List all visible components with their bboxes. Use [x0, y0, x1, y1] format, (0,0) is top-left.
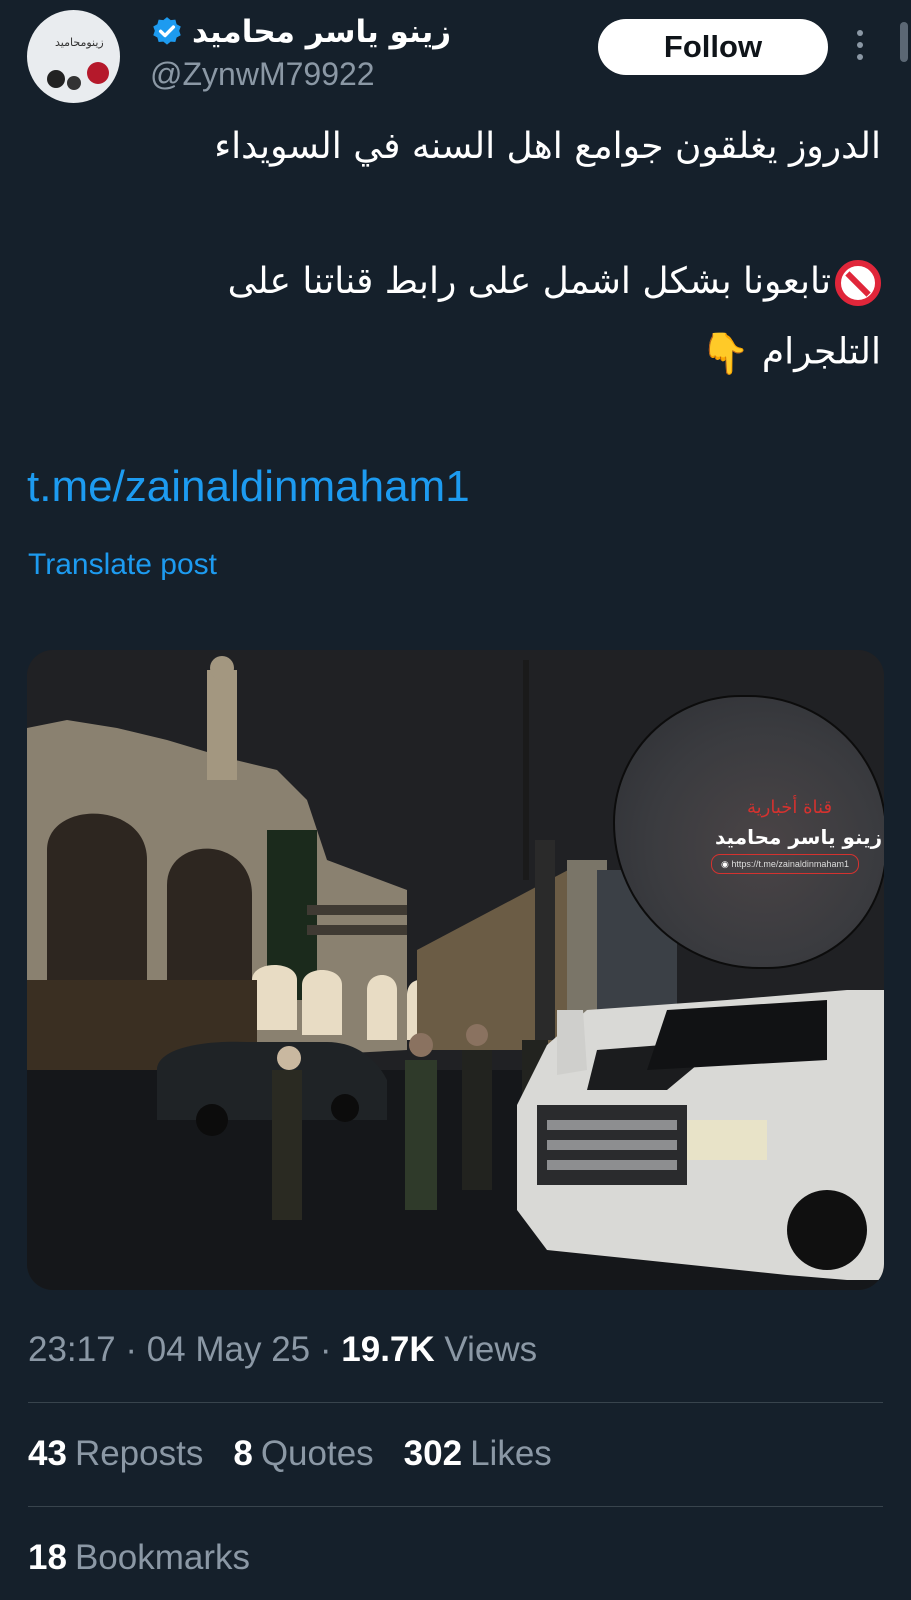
likes-label: Likes: [470, 1434, 552, 1473]
divider: [28, 1402, 883, 1403]
post-text-line-3-label: التلجرام: [761, 331, 881, 373]
views-label: Views: [444, 1330, 538, 1369]
avatar-text: زينومحاميد: [55, 36, 104, 49]
watermark-title: قناة أخبارية: [747, 797, 833, 818]
avatar-decoration: [47, 70, 65, 88]
follow-button[interactable]: Follow: [598, 19, 828, 75]
post-header: زينومحاميد زينو ياسر محاميد @ZynwM79922 …: [0, 0, 911, 110]
reposts-stat[interactable]: 43 Reposts: [28, 1434, 203, 1474]
translate-post-link[interactable]: Translate post: [28, 548, 217, 582]
display-name[interactable]: زينو ياسر محاميد: [192, 14, 451, 50]
name-row: زينو ياسر محاميد: [150, 10, 451, 54]
avatar-decoration: [67, 76, 81, 90]
quotes-label: Quotes: [260, 1434, 374, 1473]
reposts-count: 43: [28, 1434, 67, 1473]
engagement-stats: 43 Reposts 8 Quotes 302 Likes: [28, 1434, 582, 1474]
watermark-name: زينو ياسر محاميد: [715, 825, 883, 849]
views-count: 19.7K: [341, 1330, 435, 1369]
bookmarks-label: Bookmarks: [74, 1538, 250, 1577]
post-date[interactable]: 04 May 25: [147, 1330, 310, 1369]
post-time[interactable]: 23:17: [28, 1330, 116, 1369]
avatar-decoration: [87, 62, 109, 84]
avatar[interactable]: زينومحاميد: [27, 10, 120, 103]
post-text-line-2: تابعونا بشكل اشمل على رابط قناتنا على: [228, 260, 881, 306]
divider: [28, 1506, 883, 1507]
pointing-down-hand-icon: 👇: [700, 331, 750, 377]
post-image[interactable]: قناة أخبارية زينو ياسر محاميد https://t.…: [27, 650, 884, 1290]
separator: ·: [319, 1330, 342, 1369]
post-text-line-1: الدروز يغلقون جوامع اهل السنه في السويدا…: [214, 126, 881, 167]
post-text-line-2-label: تابعونا بشكل اشمل على رابط قناتنا على: [227, 261, 831, 302]
likes-count: 302: [403, 1434, 463, 1473]
post-meta: 23:17 · 04 May 25 · 19.7K Views: [28, 1330, 537, 1370]
bookmarks-count: 18: [28, 1538, 67, 1577]
separator: ·: [125, 1330, 147, 1369]
bookmarks-stat[interactable]: 18 Bookmarks: [28, 1538, 250, 1578]
verified-badge-icon: [153, 17, 181, 45]
quotes-stat[interactable]: 8 Quotes: [233, 1434, 373, 1474]
more-vertical-icon[interactable]: [855, 30, 865, 66]
scrollbar[interactable]: [900, 22, 908, 62]
post-text-line-3: التلجرام 👇: [700, 330, 881, 377]
quotes-count: 8: [233, 1434, 253, 1473]
user-handle[interactable]: @ZynwM79922: [150, 56, 375, 93]
watermark-url: https://t.me/zainaldinmaham1: [711, 854, 859, 874]
likes-stat[interactable]: 302 Likes: [404, 1434, 552, 1474]
reposts-label: Reposts: [74, 1434, 204, 1473]
telegram-link[interactable]: t.me/zainaldinmaham1: [27, 462, 470, 512]
no-entry-emoji-icon: [835, 260, 881, 306]
